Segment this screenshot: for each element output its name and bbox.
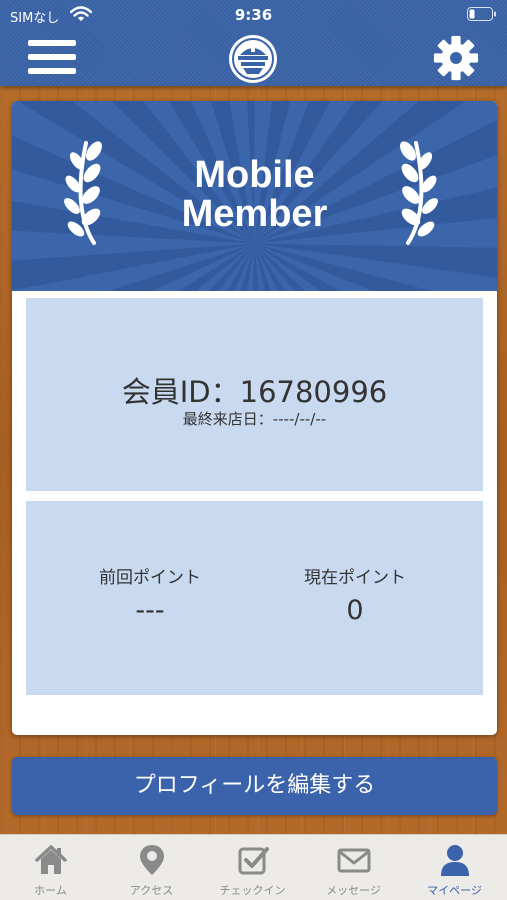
clock: 9:36 — [234, 6, 273, 24]
tab-home[interactable]: ホーム — [0, 835, 101, 900]
map-pin-icon — [140, 845, 164, 875]
envelope-icon — [337, 848, 371, 873]
tab-access[interactable]: アクセス — [101, 835, 202, 900]
current-points-label: 現在ポイント — [304, 568, 406, 588]
previous-points-value: --- — [135, 595, 165, 626]
current-points-value: 0 — [346, 595, 364, 626]
tab-mypage[interactable]: マイページ — [404, 835, 505, 900]
tab-checkin[interactable]: チェックイン — [202, 835, 303, 900]
last-visit-date: 最終来店日：----/--/-- — [182, 410, 327, 428]
tab-access-label: アクセス — [129, 884, 174, 897]
battery-icon — [467, 7, 496, 21]
tab-mypage-label: マイページ — [427, 884, 482, 897]
member-card: Mobile Member 会員ID：16780996 最終来店日：----/-… — [12, 101, 497, 735]
home-icon — [35, 845, 67, 874]
tab-message-label: メッセージ — [326, 884, 381, 897]
gear-icon[interactable] — [431, 35, 481, 81]
tab-message[interactable]: メッセージ — [303, 835, 404, 900]
checkbox-icon — [238, 847, 269, 875]
laurel-right-icon — [400, 141, 438, 245]
tab-home-label: ホーム — [34, 884, 67, 897]
edit-profile-button[interactable]: プロフィールを編集する — [12, 757, 497, 815]
hamburger-menu-icon[interactable] — [28, 40, 76, 78]
member-id: 会員ID：16780996 — [121, 375, 388, 409]
app-header: SIMなし 9:36 — [0, 0, 507, 86]
shop-logo-icon[interactable] — [227, 33, 279, 85]
previous-points-label: 前回ポイント — [99, 568, 201, 588]
member-banner: Mobile Member — [12, 101, 497, 291]
person-icon — [441, 845, 469, 876]
bottom-tab-bar: ホーム アクセス チェックイン メッセージ マイページ — [0, 834, 507, 900]
tab-checkin-label: チェックイン — [219, 884, 286, 897]
status-bar: SIMなし 9:36 — [0, 0, 507, 30]
